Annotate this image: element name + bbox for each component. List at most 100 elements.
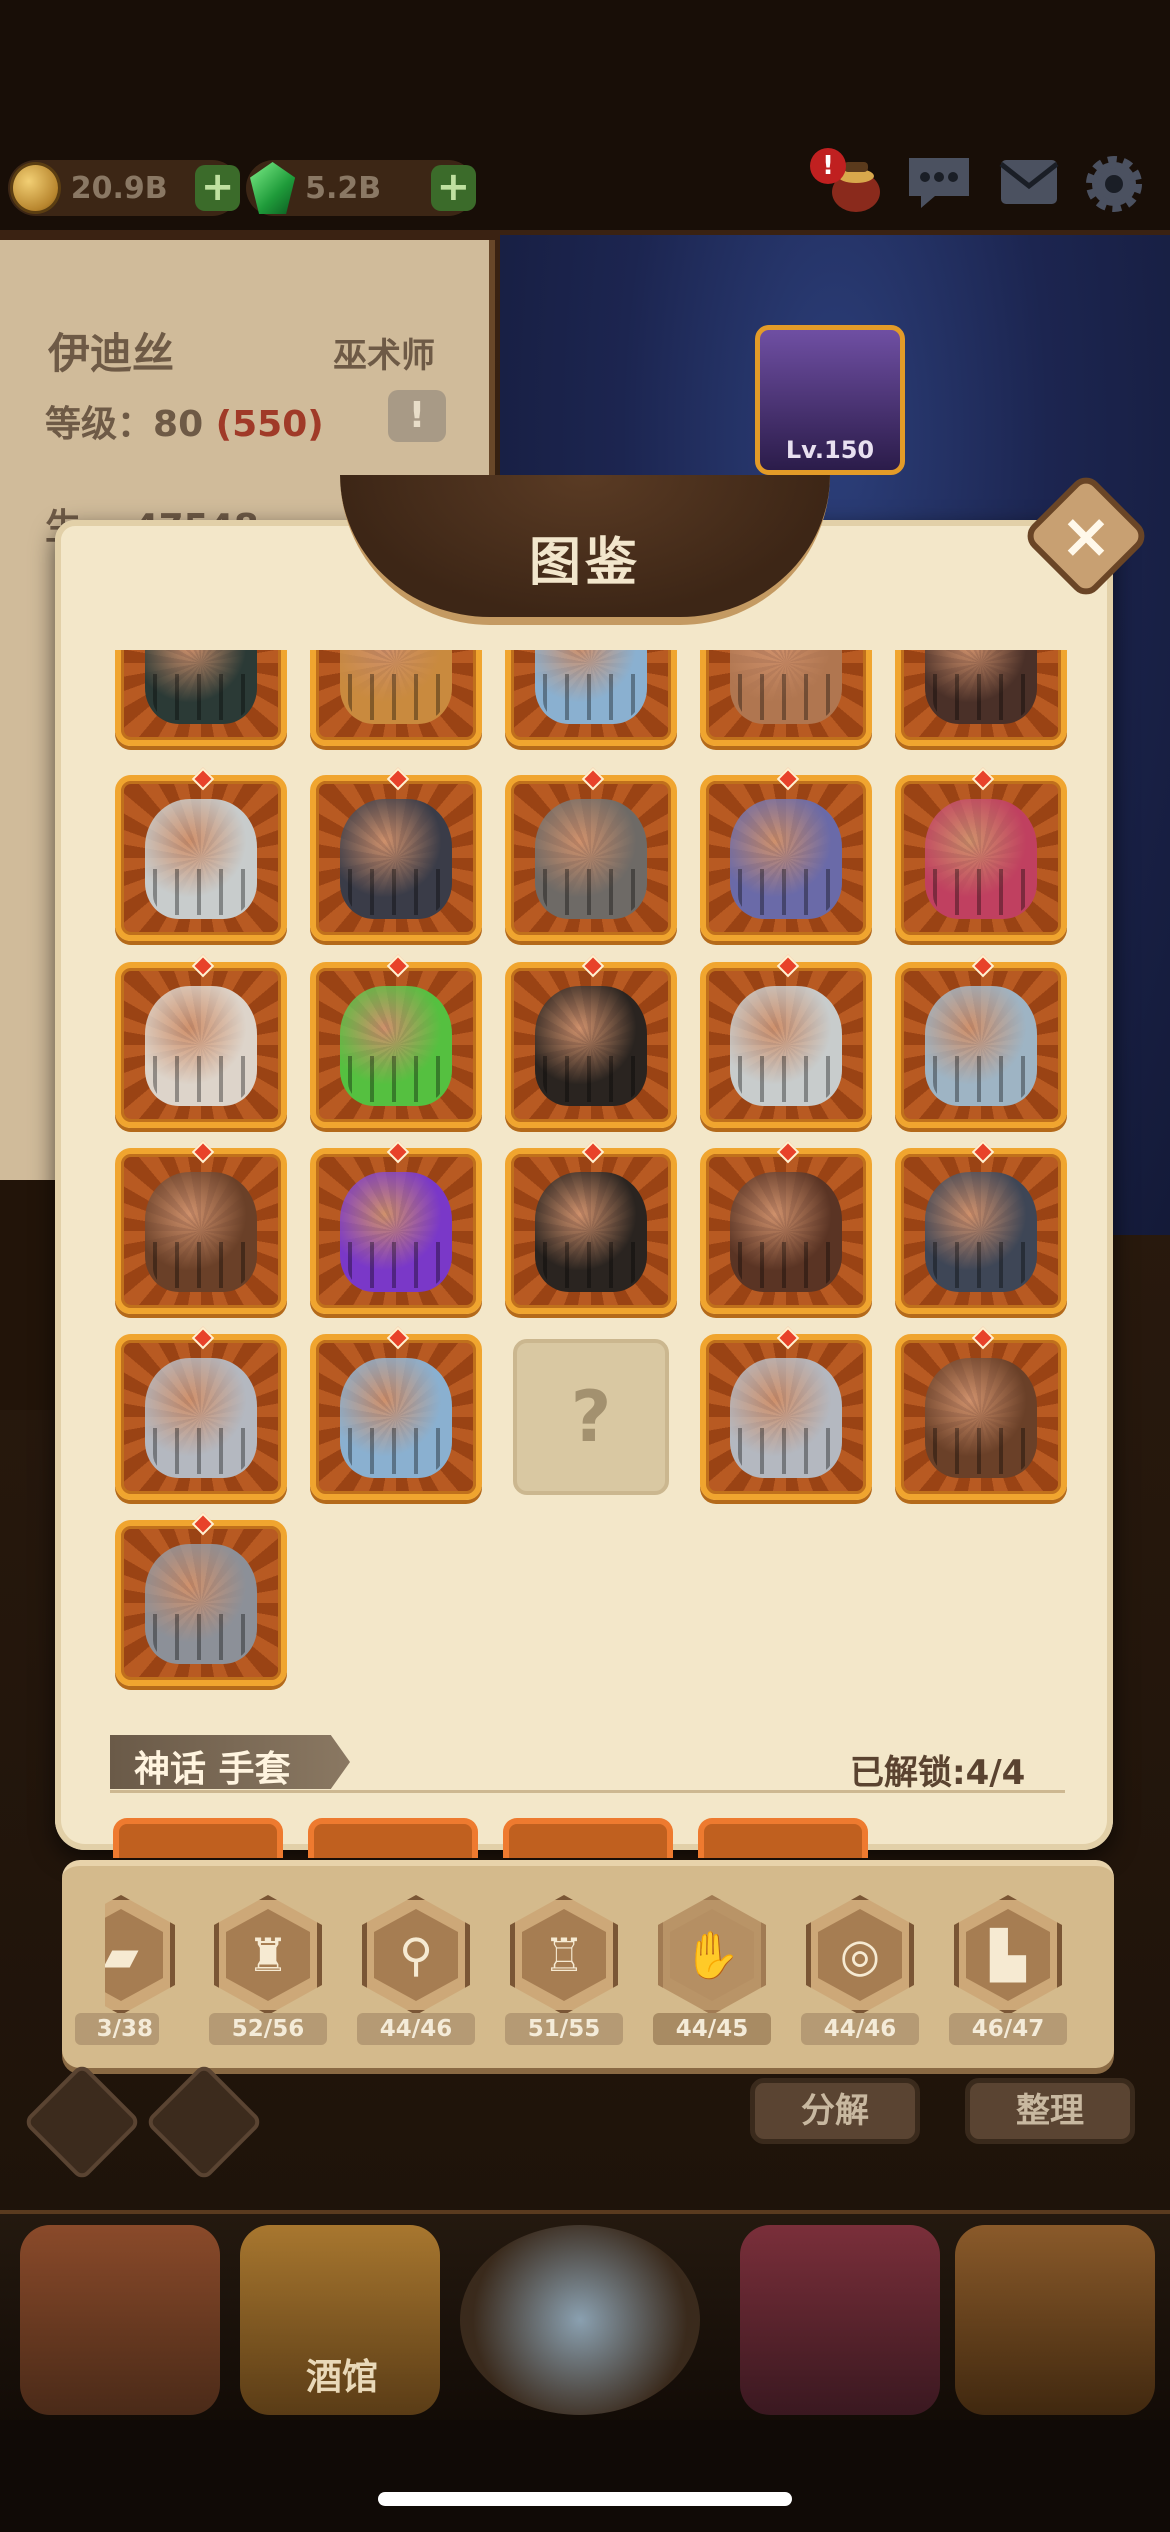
glove-item-slot[interactable] [310,650,482,746]
glove-item-slot[interactable] [895,767,1067,941]
mythic-item-slot[interactable] [308,1818,478,1858]
glove-item-slot[interactable] [895,650,1067,746]
add-gem-button[interactable]: + [430,165,476,211]
tab-helmet[interactable]: ♜ [214,1895,322,2015]
glove-icon: ✋ [683,1928,741,1982]
tab-count-book: 3/38 [75,2013,159,2045]
side-strip [0,1180,60,1410]
glove-item-slot[interactable] [700,1326,872,1500]
glove-item-slot[interactable] [310,1140,482,1314]
glove-icon [145,986,257,1106]
tab-armor[interactable]: ♖ [510,1895,618,2015]
tab-ring[interactable]: ◎ [806,1895,914,2015]
glove-icon [340,986,452,1106]
hero-card[interactable]: Lv.150 [755,325,905,475]
glove-icon [145,1172,257,1292]
glove-icon [730,799,842,919]
rank-gem-icon [581,767,605,791]
rank-gem-icon [581,954,605,978]
unknown-item-icon: ? [570,1376,612,1458]
hero-warning-button[interactable]: ! [388,390,446,442]
glove-icon [535,1172,647,1292]
gem-resource: 5.2B + [246,160,476,216]
glove-item-slot[interactable] [115,1326,287,1500]
glove-icon [925,1358,1037,1478]
tab-count-armor: 51/55 [505,2013,623,2045]
glove-icon [145,1358,257,1478]
glove-item-slot[interactable] [115,650,287,746]
glove-item-slot[interactable] [700,767,872,941]
tab-count-boots: 46/47 [949,2013,1067,2045]
settings-gear-icon[interactable] [1080,148,1148,216]
rank-gem-icon [191,767,215,791]
hero-class: 巫术师 [333,336,435,376]
glove-item-slot[interactable] [505,650,677,746]
nav-forge-button[interactable] [955,2225,1155,2415]
glove-item-slot[interactable] [115,954,287,1128]
nav-tavern-label: 酒馆 [305,2357,378,2398]
mythic-item-slot[interactable] [698,1818,868,1858]
tab-gloves[interactable]: ✋ [658,1895,766,2015]
glove-icon [925,986,1037,1106]
rank-gem-icon [386,1326,410,1350]
gem-icon [250,162,296,214]
close-icon: × [1060,499,1112,572]
unlocked-count: 已解锁:4/4 [850,1753,1026,1793]
ring-icon: ◎ [839,1928,881,1982]
glove-item-slot[interactable] [505,1140,677,1314]
nav-adventure-button[interactable] [460,2225,700,2415]
rank-gem-icon [191,1326,215,1350]
mythic-item-slot[interactable] [503,1818,673,1858]
glove-icon [730,1172,842,1292]
glove-item-slot[interactable] [505,954,677,1128]
rank-gem-icon [971,954,995,978]
rank-gem-icon [386,767,410,791]
rank-gem-icon [191,954,215,978]
mythic-item-slot[interactable] [113,1818,283,1858]
rank-gem-icon [386,1140,410,1164]
glove-item-slot[interactable] [310,1326,482,1500]
hero-name: 伊迪丝 [48,329,175,378]
tab-necklace[interactable]: ⚲ [362,1895,470,2015]
glove-item-slot[interactable] [115,1140,287,1314]
glove-collection-grid[interactable]: ? [105,650,1075,1710]
necklace-icon: ⚲ [399,1928,433,1982]
glove-item-slot[interactable] [505,767,677,941]
glove-icon [730,1358,842,1478]
glove-item-slot[interactable] [700,954,872,1128]
glove-item-slot[interactable] [895,954,1067,1128]
nav-home-button[interactable] [20,2225,220,2415]
tab-count-helmet: 52/56 [209,2013,327,2045]
glove-item-slot[interactable] [310,767,482,941]
glove-item-slot[interactable] [115,767,287,941]
bottom-safe-area [0,2420,1170,2532]
glove-item-slot[interactable] [310,954,482,1128]
nav-heroes-button[interactable] [740,2225,940,2415]
tab-boots[interactable]: ▙ [954,1895,1062,2015]
glove-item-slot[interactable] [700,1140,872,1314]
gold-resource: 20.9B + [8,160,241,216]
glove-icon [925,1172,1037,1292]
glove-icon [925,650,1037,724]
mail-icon[interactable] [995,148,1063,216]
glove-item-slot[interactable] [115,1512,287,1686]
decompose-button[interactable]: 分解 [750,2078,920,2144]
glove-icon [535,799,647,919]
glove-icon [535,650,647,724]
locked-glove-slot[interactable]: ? [513,1339,669,1495]
glove-item-slot[interactable] [895,1140,1067,1314]
chat-icon[interactable] [905,148,973,216]
rank-gem-icon [971,767,995,791]
glove-item-slot[interactable] [700,650,872,746]
hero-level-label: 等级： [45,404,154,445]
organize-button[interactable]: 整理 [965,2078,1135,2144]
gem-amount: 5.2B [305,170,382,206]
rank-gem-icon [776,1326,800,1350]
tab-count-gloves: 44/45 [653,2013,771,2045]
add-gold-button[interactable]: + [195,165,241,211]
glove-item-slot[interactable] [895,1326,1067,1500]
glove-icon [535,986,647,1106]
gold-amount: 20.9B [70,170,168,206]
tab-book[interactable]: ▰ [105,1895,175,2015]
hero-level-cap: (550) [215,404,324,445]
